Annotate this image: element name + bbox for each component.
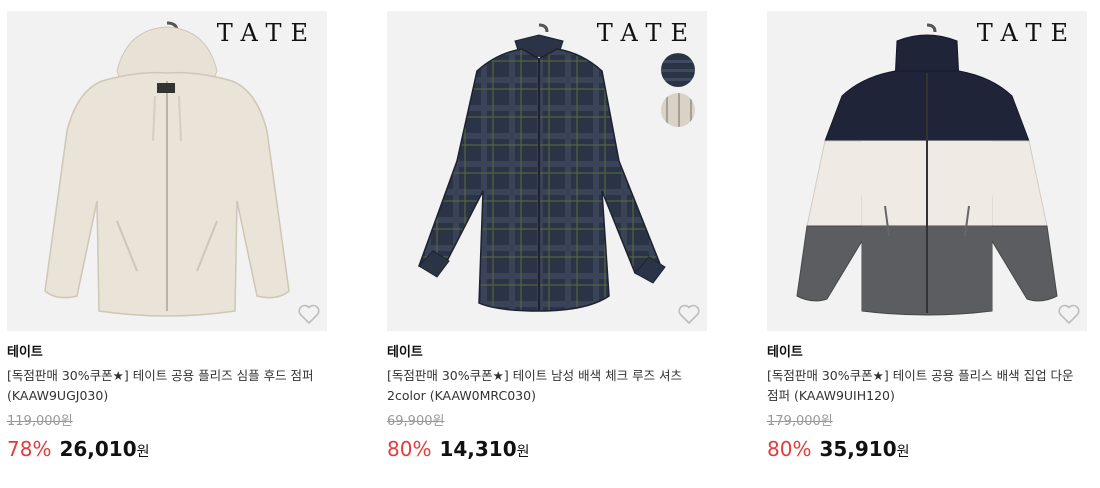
brand-logo: TATE <box>976 19 1077 47</box>
discount-rate: 80% <box>767 437 812 461</box>
product-title[interactable]: [독점판매 30%쿠폰★] 테이트 공용 플리스 배색 집업 다운 점퍼 (KA… <box>767 366 1087 406</box>
currency-unit: 원 <box>516 444 530 460</box>
sale-price-line: 80% 14,310원 <box>387 434 707 464</box>
product-brand[interactable]: 테이트 <box>7 344 327 362</box>
currency-unit: 원 <box>136 444 150 460</box>
original-price: 179,000원 <box>767 414 833 429</box>
product-image[interactable]: TATE <box>387 11 707 331</box>
currency-unit: 원 <box>896 444 910 460</box>
fleece-jacket-illustration <box>796 23 1058 316</box>
product-card[interactable]: TATE 테이트 [독점판매 30%쿠폰★] 테이트 공용 플리즈 심플 후드 … <box>7 11 327 464</box>
product-title[interactable]: [독점판매 30%쿠폰★] 테이트 남성 배색 체크 루즈 셔츠 2color … <box>387 366 707 406</box>
product-image[interactable]: TATE <box>7 11 327 331</box>
color-swatch-beige[interactable] <box>661 93 695 127</box>
original-price: 119,000원 <box>7 414 73 429</box>
discount-rate: 78% <box>7 437 52 461</box>
heart-outline-icon[interactable] <box>677 303 701 325</box>
sale-price: 26,010 <box>59 437 137 461</box>
discount-rate: 80% <box>387 437 432 461</box>
product-brand[interactable]: 테이트 <box>387 344 707 362</box>
sale-price-line: 78% 26,010원 <box>7 434 327 464</box>
heart-outline-icon[interactable] <box>1057 303 1081 325</box>
shirt-illustration <box>418 23 666 312</box>
original-price: 69,900원 <box>387 414 445 429</box>
product-card[interactable]: TATE 테이트 [독점판매 30%쿠폰★] 테이트 공용 플리스 배색 집업 … <box>767 11 1087 464</box>
product-image[interactable]: TATE <box>767 11 1087 331</box>
hoodie-illustration <box>44 21 290 317</box>
color-swatch-navy[interactable] <box>661 53 695 87</box>
heart-outline-icon[interactable] <box>297 303 321 325</box>
product-title[interactable]: [독점판매 30%쿠폰★] 테이트 공용 플리즈 심플 후드 점퍼 (KAAW9… <box>7 366 327 406</box>
sale-price: 35,910 <box>819 437 897 461</box>
brand-logo: TATE <box>216 19 317 47</box>
brand-logo: TATE <box>596 19 697 47</box>
product-card[interactable]: TATE 테이트 [독점판매 30%쿠폰★] 테이트 남성 배색 체크 루즈 셔… <box>387 11 707 464</box>
sale-price: 14,310 <box>439 437 517 461</box>
sale-price-line: 80% 35,910원 <box>767 434 1087 464</box>
product-brand[interactable]: 테이트 <box>767 344 1087 362</box>
